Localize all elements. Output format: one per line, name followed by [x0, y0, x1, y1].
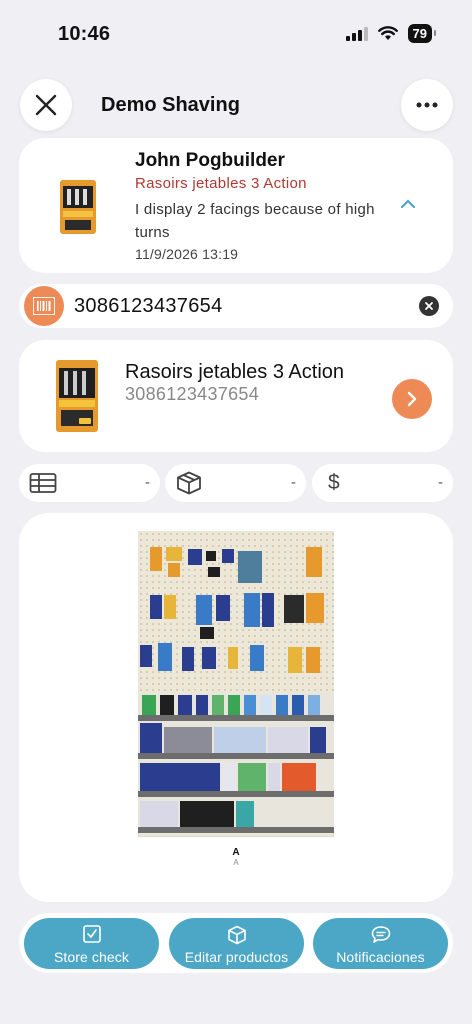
clear-icon [425, 302, 433, 310]
planogram-section-sublabel: A [233, 858, 239, 867]
barcode-search-bar[interactable]: 3086123437654 [19, 284, 453, 328]
clear-search-button[interactable] [419, 296, 439, 316]
notifications-label: Notificaciones [336, 949, 425, 965]
checkbox-icon [82, 925, 101, 943]
ellipsis-icon [416, 102, 438, 108]
note-text: I display 2 facings because of high turn… [135, 201, 375, 241]
more-options-button[interactable] [401, 79, 453, 131]
cube-icon [227, 925, 246, 945]
battery-indicator: 79 [407, 24, 437, 43]
status-time: 10:46 [58, 23, 111, 45]
note-date: 11/9/2026 13:19 [135, 246, 239, 262]
store-check-label: Store check [53, 949, 130, 965]
metric-price[interactable]: $ - [312, 464, 453, 502]
planogram-image[interactable] [138, 531, 334, 837]
metric-facings[interactable]: - [19, 464, 160, 502]
barcode-input[interactable]: 3086123437654 [74, 295, 223, 318]
barcode-scan-button[interactable] [24, 286, 64, 326]
dollar-icon: $ [328, 471, 340, 494]
chat-bubble-icon [371, 926, 390, 943]
barcode-icon [33, 297, 55, 315]
status-bar: 10:46 79 [0, 0, 472, 64]
close-icon [35, 94, 57, 116]
grid-icon [29, 473, 57, 493]
note-card[interactable]: John Pogbuilder Rasoirs jetables 3 Actio… [19, 138, 453, 273]
planogram-section-label: A [232, 847, 240, 858]
metric-stock[interactable]: - [165, 464, 306, 502]
bottom-action-bar: Store check Editar productos Notificacio… [19, 913, 453, 973]
note-product-name: Rasoirs jetables 3 Action [135, 175, 307, 192]
store-check-button[interactable]: Store check [24, 918, 159, 969]
metric-price-value: - [438, 474, 443, 491]
product-name: Rasoirs jetables 3 Action [125, 361, 345, 383]
edit-products-label: Editar productos [184, 949, 289, 965]
product-image [56, 360, 98, 432]
planogram-card[interactable]: A A [19, 513, 453, 902]
metric-facings-value: - [145, 474, 150, 491]
metric-stock-value: - [291, 474, 296, 491]
notifications-button[interactable]: Notificaciones [313, 918, 448, 969]
open-product-button[interactable] [392, 379, 432, 419]
chevron-up-icon[interactable] [399, 198, 417, 210]
signal-icon [345, 26, 368, 41]
page-title: Demo Shaving [101, 94, 240, 116]
note-product-image [60, 180, 96, 234]
status-icons: 79 [345, 24, 437, 43]
close-button[interactable] [20, 79, 72, 131]
product-ean: 3086123437654 [125, 384, 260, 404]
note-author: John Pogbuilder [135, 150, 285, 171]
box-icon [177, 471, 201, 495]
edit-products-button[interactable]: Editar productos [169, 918, 304, 969]
chevron-right-icon [407, 391, 417, 407]
wifi-icon [377, 26, 398, 40]
product-card[interactable]: Rasoirs jetables 3 Action 3086123437654 [19, 340, 453, 452]
